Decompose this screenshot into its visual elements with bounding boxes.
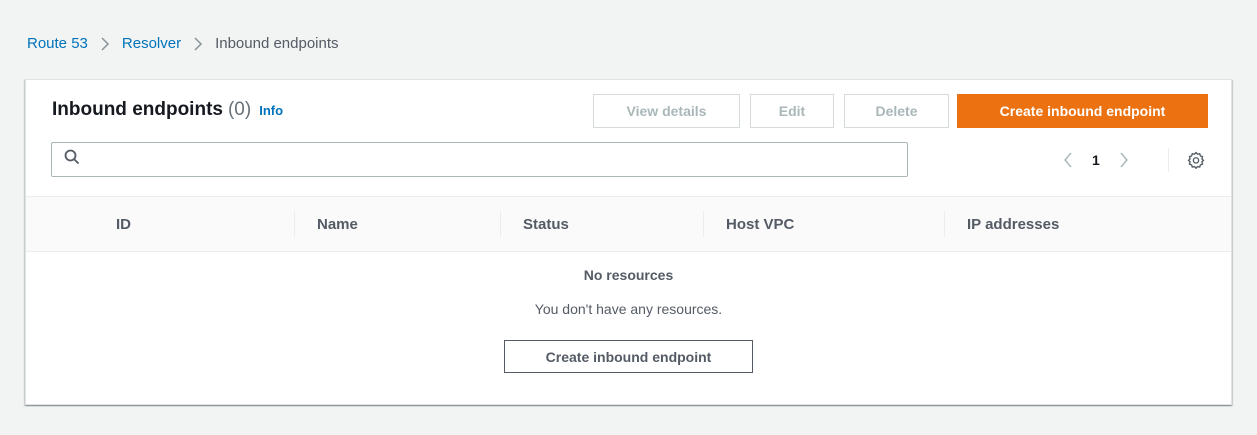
column-header-id[interactable]: ID bbox=[116, 197, 131, 251]
column-divider bbox=[500, 211, 501, 237]
column-divider bbox=[703, 211, 704, 237]
column-header-host-vpc[interactable]: Host VPC bbox=[726, 197, 794, 251]
resource-count: (0) bbox=[227, 99, 252, 120]
chevron-right-icon[interactable] bbox=[1114, 146, 1134, 174]
pagination: 1 bbox=[1058, 146, 1134, 174]
search-field[interactable] bbox=[51, 142, 908, 177]
breadcrumb-current: Inbound endpoints bbox=[215, 35, 339, 52]
empty-state-create-button[interactable]: Create inbound endpoint bbox=[504, 340, 753, 373]
column-header-status[interactable]: Status bbox=[523, 197, 569, 251]
edit-button[interactable]: Edit bbox=[750, 94, 834, 128]
search-icon bbox=[64, 149, 80, 170]
page-number[interactable]: 1 bbox=[1092, 152, 1100, 168]
breadcrumb: Route 53 Resolver Inbound endpoints bbox=[27, 35, 339, 52]
empty-state-description: You don't have any resources. bbox=[534, 301, 723, 317]
breadcrumb-link-resolver[interactable]: Resolver bbox=[122, 35, 181, 52]
table-header: ID Name Status Host VPC IP addresses bbox=[26, 196, 1231, 252]
pagination-divider bbox=[1168, 148, 1169, 172]
panel-header: Inbound endpoints (0) Info bbox=[52, 99, 283, 121]
column-divider bbox=[294, 211, 295, 237]
breadcrumb-link-route53[interactable]: Route 53 bbox=[27, 35, 88, 52]
chevron-left-icon[interactable] bbox=[1058, 146, 1078, 174]
chevron-right-separator-icon bbox=[193, 36, 203, 51]
gear-icon[interactable] bbox=[1185, 148, 1207, 172]
column-header-ip-addresses[interactable]: IP addresses bbox=[967, 197, 1059, 251]
view-details-button[interactable]: View details bbox=[593, 94, 740, 128]
info-link[interactable]: Info bbox=[259, 103, 283, 118]
page-title: Inbound endpoints bbox=[52, 99, 223, 120]
chevron-right-separator-icon bbox=[100, 36, 110, 51]
column-divider bbox=[944, 211, 945, 237]
empty-state-title: No resources bbox=[583, 267, 674, 283]
inbound-endpoints-panel: Inbound endpoints (0) Info View details … bbox=[25, 79, 1232, 405]
delete-button[interactable]: Delete bbox=[844, 94, 949, 128]
search-input[interactable] bbox=[88, 143, 907, 176]
column-header-name[interactable]: Name bbox=[317, 197, 358, 251]
create-inbound-endpoint-button[interactable]: Create inbound endpoint bbox=[957, 94, 1208, 128]
